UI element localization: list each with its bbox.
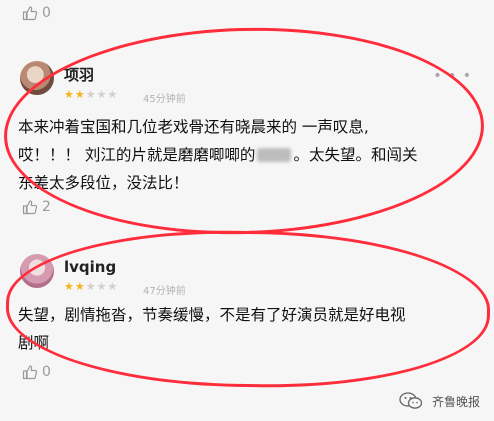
wechat-icon <box>399 392 423 409</box>
top-like-button[interactable]: 0 <box>22 5 51 21</box>
like-count: 0 <box>42 364 51 380</box>
star-icon: ★ <box>64 88 75 101</box>
comment-line: 本来冲着宝国和几位老戏骨还有晓晨来的 一声叹息, <box>18 118 369 136</box>
comment-line: 哎！！！ 刘江的片就是磨磨唧唧的 。太失望。和闯关 <box>18 141 417 169</box>
star-icon: ★ <box>74 88 86 101</box>
star-rating: ★★★★★ <box>64 280 118 293</box>
avatar[interactable] <box>20 61 54 95</box>
timestamp: 47分钟前 <box>143 286 186 297</box>
comment-text: 失望，剧情拖沓，节奏缓慢，不是有了好演员就是好电视 剧啊 <box>18 301 406 357</box>
comment-text: 本来冲着宝国和几位老戏骨还有晓晨来的 一声叹息, 哎！！！ 刘江的片就是磨磨唧唧… <box>18 113 417 197</box>
watermark: 齐鲁晚报 <box>398 391 480 411</box>
blurred-text <box>257 148 292 162</box>
comment-like-button[interactable]: 0 <box>22 364 51 380</box>
avatar[interactable] <box>20 254 54 288</box>
thumbs-up-icon <box>22 365 38 380</box>
comment-line: 东差太多段位，没法比！ <box>18 174 189 192</box>
comment-line: 失望，剧情拖沓，节奏缓慢，不是有了好演员就是好电视 <box>18 306 406 324</box>
like-count: 2 <box>42 199 51 215</box>
star-icon: ★ <box>74 280 86 293</box>
star-icon: ★ <box>85 88 97 101</box>
star-icon: ★ <box>107 88 119 101</box>
like-count: 0 <box>42 5 51 21</box>
timestamp: 45分钟前 <box>143 94 186 105</box>
star-icon: ★ <box>85 280 97 293</box>
comment-like-button[interactable]: 2 <box>22 199 51 215</box>
thumbs-up-icon <box>22 6 38 21</box>
thumbs-up-icon <box>22 200 38 215</box>
star-icon: ★ <box>107 280 119 293</box>
star-rating: ★★★★★ <box>64 88 118 101</box>
comment-line: 剧啊 <box>18 334 50 352</box>
star-icon: ★ <box>96 280 108 293</box>
more-dots-icon[interactable]: • • • <box>433 68 472 84</box>
watermark-text: 齐鲁晚报 <box>431 394 480 409</box>
username[interactable]: lvqing <box>64 258 116 276</box>
username[interactable]: 项羽 <box>64 64 94 85</box>
star-icon: ★ <box>64 280 75 293</box>
star-icon: ★ <box>96 88 108 101</box>
comment-line-part: 哎！！！ 刘江的片就是磨磨唧唧的 <box>18 146 256 164</box>
comment-line-part: 。太失望。和闯关 <box>293 146 418 164</box>
